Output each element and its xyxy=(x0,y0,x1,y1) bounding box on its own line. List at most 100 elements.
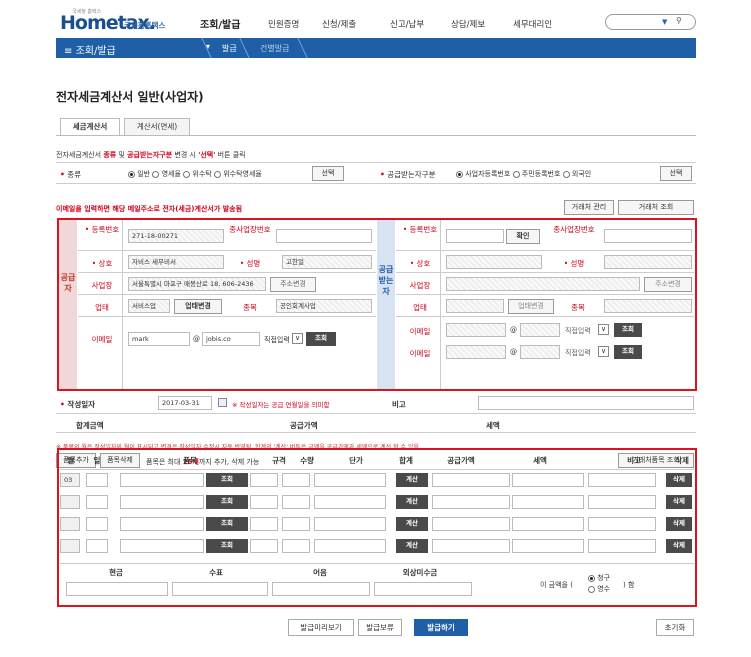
supply-field[interactable] xyxy=(432,517,510,531)
spec-field[interactable] xyxy=(250,473,278,487)
receiver-email1-lookup-button[interactable]: 조회 xyxy=(614,323,642,337)
radio-biz-number[interactable] xyxy=(456,170,463,178)
lookup-button[interactable]: 조회 xyxy=(206,539,248,553)
receiver-biz-change-button[interactable]: 업태변경 xyxy=(508,299,554,314)
item-field[interactable] xyxy=(120,473,204,487)
chevron-down-icon[interactable]: ▼ xyxy=(662,18,667,26)
qty-field[interactable] xyxy=(282,495,310,509)
cash-field[interactable] xyxy=(66,582,168,596)
receiver-sub-field[interactable] xyxy=(604,229,692,243)
issue-button[interactable]: 발급하기 xyxy=(414,619,468,636)
nav-report-pay[interactable]: 신고/납부 xyxy=(390,18,424,30)
spec-field[interactable] xyxy=(250,539,278,553)
day-field[interactable] xyxy=(86,473,108,487)
radio-zero-rate[interactable] xyxy=(152,170,160,178)
hold-button[interactable]: 발급보류 xyxy=(358,619,402,636)
lookup-button[interactable]: 조회 xyxy=(206,495,248,509)
nav-consult[interactable]: 상담/제보 xyxy=(451,18,485,30)
calendar-icon[interactable] xyxy=(218,398,227,407)
search-box[interactable]: ▼ ⚲ xyxy=(605,14,696,30)
item-field[interactable] xyxy=(120,539,204,553)
memo-field[interactable] xyxy=(588,473,656,487)
receipt-option[interactable]: 영수 xyxy=(588,584,610,594)
receiver-email2-lookup-button[interactable]: 조회 xyxy=(614,345,642,359)
supplier-email-lookup-button[interactable]: 조회 xyxy=(306,332,336,346)
receiver-select-button[interactable]: 선택 xyxy=(660,166,692,181)
receiver-addr-change-button[interactable]: 주소변경 xyxy=(644,277,692,292)
chevron-down-icon[interactable]: ∨ xyxy=(598,324,609,335)
unit-price-field[interactable] xyxy=(314,473,386,487)
nav-civil-cert[interactable]: 민원증명 xyxy=(268,18,299,30)
supplier-addr-change-button[interactable]: 주소변경 xyxy=(270,277,316,292)
receiver-email1-select[interactable]: 직접입력 xyxy=(565,326,591,336)
receiver-reg-field[interactable] xyxy=(446,229,504,243)
calc-button[interactable]: 계산 xyxy=(396,539,428,553)
tax-field[interactable] xyxy=(512,517,584,531)
day-field[interactable] xyxy=(86,495,108,509)
spec-field[interactable] xyxy=(250,495,278,509)
qty-field[interactable] xyxy=(282,517,310,531)
tax-field[interactable] xyxy=(512,495,584,509)
supplier-biz-change-button[interactable]: 업태변경 xyxy=(174,299,222,314)
chevron-down-icon[interactable]: ∨ xyxy=(292,333,303,344)
receiver-confirm-button[interactable]: 확인 xyxy=(506,229,540,244)
lookup-button[interactable]: 조회 xyxy=(206,473,248,487)
delete-button[interactable]: 삭제 xyxy=(666,539,692,553)
supply-field[interactable] xyxy=(432,495,510,509)
check-field[interactable] xyxy=(172,582,268,596)
radio-consign[interactable] xyxy=(183,170,191,178)
item-field[interactable] xyxy=(120,495,204,509)
delete-button[interactable]: 삭제 xyxy=(666,473,692,487)
day-field[interactable] xyxy=(86,539,108,553)
supply-field[interactable] xyxy=(432,473,510,487)
unit-price-field[interactable] xyxy=(314,495,386,509)
nav-apply-submit[interactable]: 신청/제출 xyxy=(322,18,356,30)
date-field[interactable]: 2017-03-31 xyxy=(158,396,212,410)
supplier-email-id[interactable]: mark xyxy=(128,332,190,346)
client-manage-button[interactable]: 거래처 관리 xyxy=(564,200,614,215)
radio-resident-number[interactable] xyxy=(512,170,520,178)
preview-button[interactable]: 발급미리보기 xyxy=(288,619,354,636)
radio-claim[interactable] xyxy=(588,574,595,582)
unit-price-field[interactable] xyxy=(314,539,386,553)
search-icon[interactable]: ⚲ xyxy=(676,16,682,25)
supplier-email-domain[interactable]: jobis.co xyxy=(202,332,260,346)
nav-inquiry-issue[interactable]: 조회/발급 xyxy=(200,16,240,31)
supply-field[interactable] xyxy=(432,539,510,553)
memo-field[interactable] xyxy=(588,495,656,509)
memo-field[interactable] xyxy=(478,396,694,410)
radio-consign-zero[interactable] xyxy=(213,170,221,178)
qty-field[interactable] xyxy=(282,473,310,487)
tax-field[interactable] xyxy=(512,539,584,553)
reset-button[interactable]: 초기화 xyxy=(656,619,694,636)
lookup-button[interactable]: 조회 xyxy=(206,517,248,531)
tab-invoice-exempt[interactable]: 계산서(면세) xyxy=(124,118,190,136)
radio-receipt[interactable] xyxy=(588,585,595,593)
qty-field[interactable] xyxy=(282,539,310,553)
receiver-email2-select[interactable]: 직접입력 xyxy=(565,348,591,358)
credit-field[interactable] xyxy=(374,582,472,596)
radio-foreigner[interactable] xyxy=(562,170,570,178)
chevron-down-icon[interactable]: ∨ xyxy=(598,346,609,357)
client-lookup-button[interactable]: 거래처 조회 xyxy=(618,200,694,215)
calc-button[interactable]: 계산 xyxy=(396,517,428,531)
nav-tax-agent[interactable]: 세무대리인 xyxy=(513,18,552,30)
delete-button[interactable]: 삭제 xyxy=(666,517,692,531)
kind-select-button[interactable]: 선택 xyxy=(312,166,344,181)
memo-field[interactable] xyxy=(588,539,656,553)
delete-button[interactable]: 삭제 xyxy=(666,495,692,509)
claim-option[interactable]: 청구 xyxy=(588,573,610,583)
tax-field[interactable] xyxy=(512,473,584,487)
supplier-sub-field[interactable] xyxy=(276,229,372,243)
breadcrumb-issue[interactable]: 발급 xyxy=(222,43,237,54)
day-field[interactable] xyxy=(86,517,108,531)
calc-button[interactable]: 계산 xyxy=(396,473,428,487)
radio-general[interactable] xyxy=(128,170,135,178)
supplier-email-select[interactable]: 직접입력 xyxy=(264,335,290,345)
breadcrumb-single-issue[interactable]: 건별발급 xyxy=(260,43,289,54)
calc-button[interactable]: 계산 xyxy=(396,495,428,509)
menu-title[interactable]: ≡ 조회/발급 xyxy=(64,42,116,57)
item-field[interactable] xyxy=(120,517,204,531)
tab-tax-invoice[interactable]: 세금계산서 xyxy=(60,118,120,136)
note-field[interactable] xyxy=(272,582,370,596)
